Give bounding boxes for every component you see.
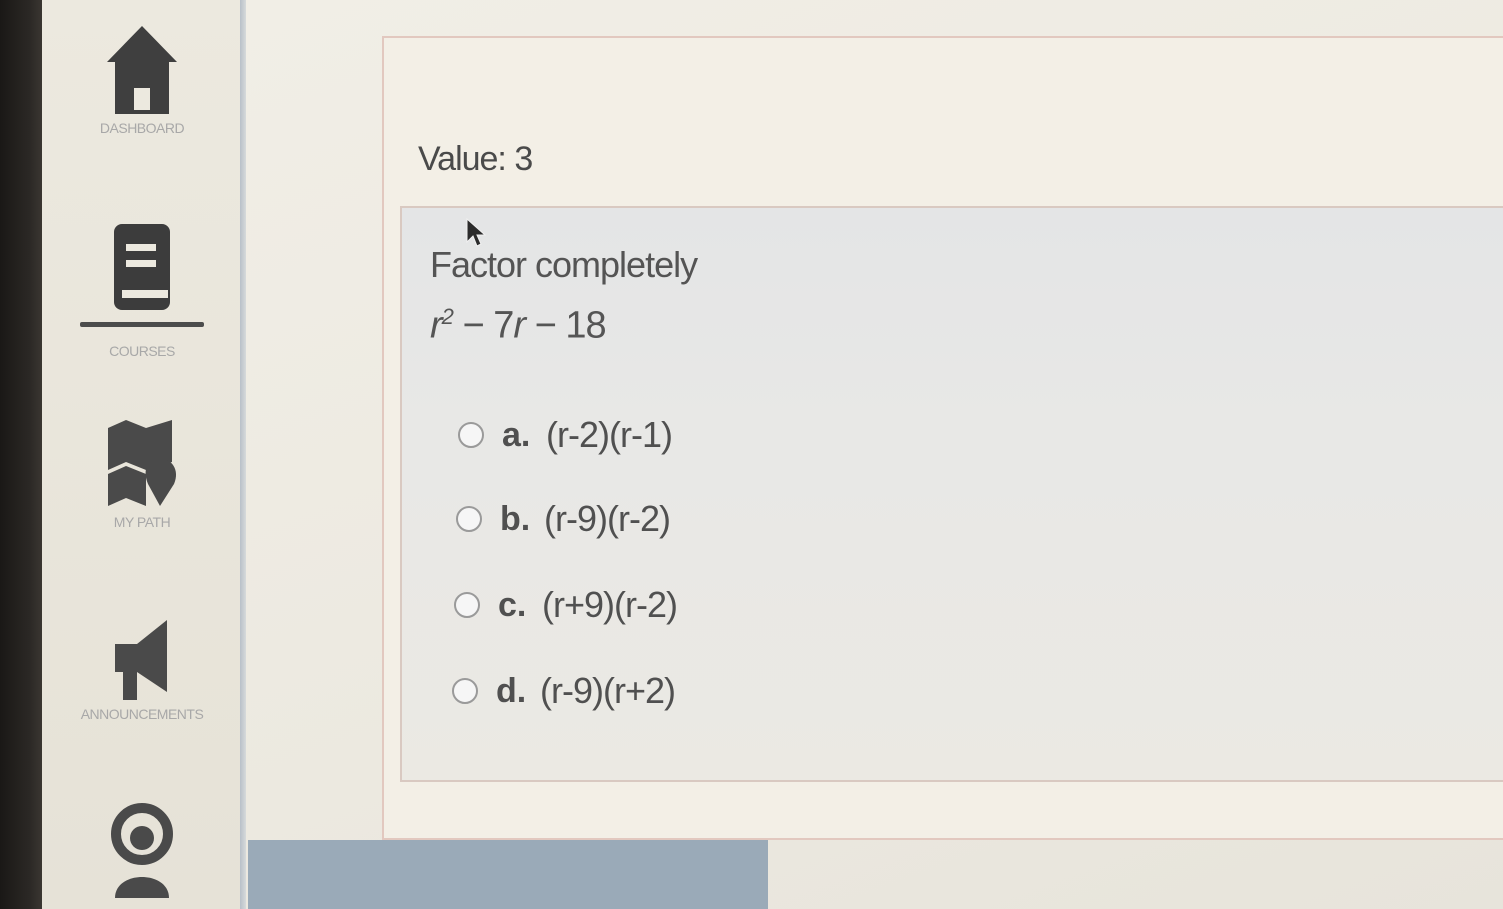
radio-button[interactable] [456, 506, 482, 532]
sidebar-item-help[interactable] [42, 800, 242, 900]
megaphone-icon [42, 618, 242, 702]
answer-option-d[interactable]: d. (r-9)(r+2) [452, 670, 676, 712]
answer-option-c[interactable]: c. (r+9)(r-2) [454, 584, 678, 626]
expression-exponent: 2 [441, 304, 454, 329]
question-value: Value: 3 [418, 140, 533, 178]
option-letter: d. [496, 671, 527, 710]
bottom-panel [248, 840, 768, 909]
sidebar: DASHBOARD COURSES MY PATH ANNOUNCEMENTS [42, 0, 242, 909]
option-letter: b. [500, 499, 531, 538]
home-icon [42, 24, 242, 116]
radio-button[interactable] [454, 592, 480, 618]
expression-constant: − 18 [525, 304, 607, 347]
radio-button[interactable] [452, 678, 478, 704]
sidebar-item-label: MY PATH [113, 514, 171, 530]
question-box: Factor completely r2 − 7r − 18 a. (r-2)(… [400, 206, 1503, 782]
screen-bezel [0, 0, 42, 909]
expression-variable: r [430, 304, 443, 347]
book-icon [42, 222, 242, 314]
question-expression: r2 − 7r − 18 [430, 304, 607, 348]
sidebar-item-courses[interactable]: COURSES [42, 222, 242, 359]
radio-button[interactable] [458, 422, 484, 448]
option-letter: a. [502, 415, 531, 454]
help-icon [42, 800, 242, 900]
option-text: (r-9)(r+2) [540, 670, 676, 711]
answer-option-b[interactable]: b. (r-9)(r-2) [456, 498, 671, 540]
sidebar-item-my-path[interactable]: MY PATH [42, 418, 242, 530]
option-text: (r-2)(r-1) [546, 414, 673, 455]
sidebar-item-dashboard[interactable]: DASHBOARD [42, 24, 242, 136]
sidebar-item-label: DASHBOARD [99, 120, 185, 136]
sidebar-item-announcements[interactable]: ANNOUNCEMENTS [42, 618, 242, 722]
active-indicator [80, 322, 204, 327]
option-text: (r+9)(r-2) [542, 584, 678, 625]
map-icon [42, 418, 242, 510]
mouse-cursor-icon [466, 217, 487, 253]
main-content: Value: 3 Factor completely r2 − 7r − 18 … [246, 0, 1503, 909]
option-letter: c. [498, 585, 527, 624]
expression-term: − 7 [452, 304, 514, 347]
expression-variable: r [513, 304, 526, 347]
option-text: (r-9)(r-2) [544, 498, 671, 539]
answer-option-a[interactable]: a. (r-2)(r-1) [458, 414, 673, 456]
sidebar-item-label: COURSES [109, 343, 175, 359]
sidebar-item-label: ANNOUNCEMENTS [80, 706, 204, 722]
